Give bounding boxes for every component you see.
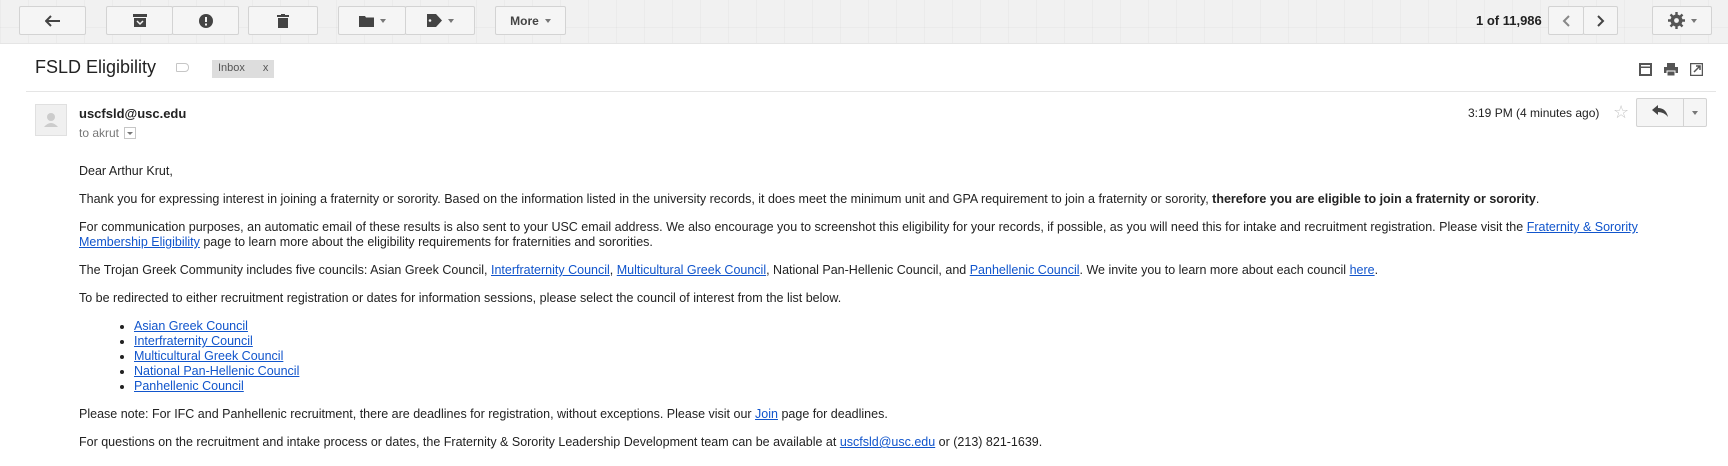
greeting: Dear Arthur Krut,	[79, 164, 173, 178]
newer-button[interactable]	[1548, 6, 1584, 35]
toolbar: More 1 of 11,986	[0, 0, 1728, 44]
tag-icon	[426, 14, 442, 27]
print-button[interactable]	[1664, 63, 1678, 81]
paragraph-text: For questions on the recruitment and int…	[79, 435, 840, 449]
list-item: National Pan-Hellenic Council	[134, 364, 1679, 379]
paragraph-text: . We invite you to learn more about each…	[1079, 263, 1350, 277]
list-item: Asian Greek Council	[134, 319, 1679, 334]
paragraph-text: page to learn more about the eligibility…	[199, 235, 653, 249]
trash-icon	[277, 13, 289, 28]
paragraph-text: .	[1374, 263, 1379, 277]
list-item: Panhellenic Council	[134, 379, 1679, 394]
council-list: Asian Greek Council Interfraternity Coun…	[134, 319, 1679, 394]
council-link-asian-greek[interactable]: Asian Greek Council	[134, 319, 248, 333]
council-link-interfraternity[interactable]: Interfraternity Council	[134, 334, 253, 348]
chevron-right-icon	[1596, 14, 1605, 27]
delete-button[interactable]	[248, 6, 318, 35]
more-button-label: More	[510, 13, 539, 28]
sender-email[interactable]: uscfsld@usc.edu	[79, 106, 186, 121]
inbox-chip-label: Inbox	[218, 62, 245, 74]
multicultural-greek-council-link[interactable]: Multicultural Greek Council	[617, 263, 766, 277]
here-link[interactable]: here	[1350, 263, 1375, 277]
paragraph-text: or (213) 821-1639.	[935, 435, 1043, 449]
expand-all-icon	[1639, 63, 1652, 81]
paragraph-eligibility: Thank you for expressing interest in joi…	[79, 192, 1679, 207]
arrow-left-icon	[44, 14, 61, 27]
report-spam-icon	[198, 13, 213, 28]
reply-button[interactable]	[1636, 98, 1684, 127]
council-link-panhellenic[interactable]: Panhellenic Council	[134, 379, 244, 393]
inbox-label-chip[interactable]: Inbox x	[212, 60, 275, 78]
message-timestamp: 3:19 PM (4 minutes ago)	[1468, 106, 1600, 120]
labels-button[interactable]	[405, 6, 475, 35]
paragraph-councils: The Trojan Greek Community includes five…	[79, 263, 1679, 278]
subject-divider	[26, 91, 1716, 92]
show-details-icon[interactable]	[124, 127, 137, 139]
chevron-down-icon	[1690, 18, 1697, 23]
join-link[interactable]: Join	[755, 407, 778, 421]
gear-icon	[1667, 12, 1685, 29]
paragraph-deadlines: Please note: For IFC and Panhellenic rec…	[79, 407, 1679, 422]
older-button[interactable]	[1583, 6, 1618, 35]
paragraph-text: page for deadlines.	[777, 407, 888, 421]
new-window-button[interactable]	[1689, 62, 1704, 81]
panhellenic-council-link[interactable]: Panhellenic Council	[970, 263, 1080, 277]
chevron-down-icon	[447, 18, 454, 23]
message-body: Dear Arthur Krut, Thank you for expressi…	[79, 164, 1679, 463]
move-to-button[interactable]	[338, 6, 406, 35]
avatar[interactable]	[35, 104, 67, 136]
paragraph-contact: For questions on the recruitment and int…	[79, 435, 1679, 450]
list-item: Multicultural Greek Council	[134, 349, 1679, 364]
paragraph-communication: For communication purposes, an automatic…	[79, 220, 1679, 250]
paragraph-text: For communication purposes, an automatic…	[79, 220, 1527, 234]
interfraternity-council-link[interactable]: Interfraternity Council	[491, 263, 610, 277]
paragraph-text: ,	[609, 263, 617, 277]
star-icon[interactable]: ☆	[1613, 102, 1629, 123]
remove-label-icon[interactable]: x	[263, 62, 269, 78]
council-link-national-pan-hellenic[interactable]: National Pan-Hellenic Council	[134, 364, 299, 378]
person-icon	[44, 113, 58, 127]
more-button[interactable]: More	[495, 6, 566, 35]
back-button[interactable]	[19, 6, 86, 35]
message-subject: FSLD Eligibility	[35, 57, 157, 77]
chevron-left-icon	[1562, 14, 1570, 27]
message-more-button[interactable]	[1683, 98, 1707, 127]
contact-email-link[interactable]: uscfsld@usc.edu	[840, 435, 935, 449]
recipient-line: to akrut	[79, 126, 137, 140]
council-link-multicultural[interactable]: Multicultural Greek Council	[134, 349, 283, 363]
pager-text: 1 of 11,986	[1476, 13, 1542, 28]
list-item: Interfraternity Council	[134, 334, 1679, 349]
recipient-text: to akrut	[79, 126, 120, 140]
paragraph-text: .	[1535, 192, 1540, 206]
folder-icon	[358, 15, 374, 27]
paragraph-text: , National Pan-Hellenic Council, and	[766, 263, 970, 277]
paragraph-text: Please note: For IFC and Panhellenic rec…	[79, 407, 756, 421]
report-spam-button[interactable]	[172, 6, 239, 35]
archive-button[interactable]	[106, 6, 173, 35]
important-marker-icon[interactable]	[176, 63, 189, 72]
paragraph-redirect: To be redirected to either recruitment r…	[79, 291, 842, 305]
settings-button[interactable]	[1652, 6, 1712, 35]
chevron-down-icon	[379, 18, 386, 23]
paragraph-text: The Trojan Greek Community includes five…	[79, 263, 491, 277]
expand-all-button[interactable]	[1639, 63, 1652, 81]
chevron-down-icon	[1692, 110, 1698, 115]
chevron-down-icon	[544, 18, 551, 23]
new-window-icon	[1689, 62, 1704, 81]
print-icon	[1664, 63, 1678, 81]
archive-icon	[132, 14, 147, 27]
paragraph-text: Thank you for expressing interest in joi…	[79, 192, 1213, 206]
eligibility-statement: therefore you are eligible to join a fra…	[1212, 192, 1536, 206]
reply-icon	[1652, 104, 1668, 122]
